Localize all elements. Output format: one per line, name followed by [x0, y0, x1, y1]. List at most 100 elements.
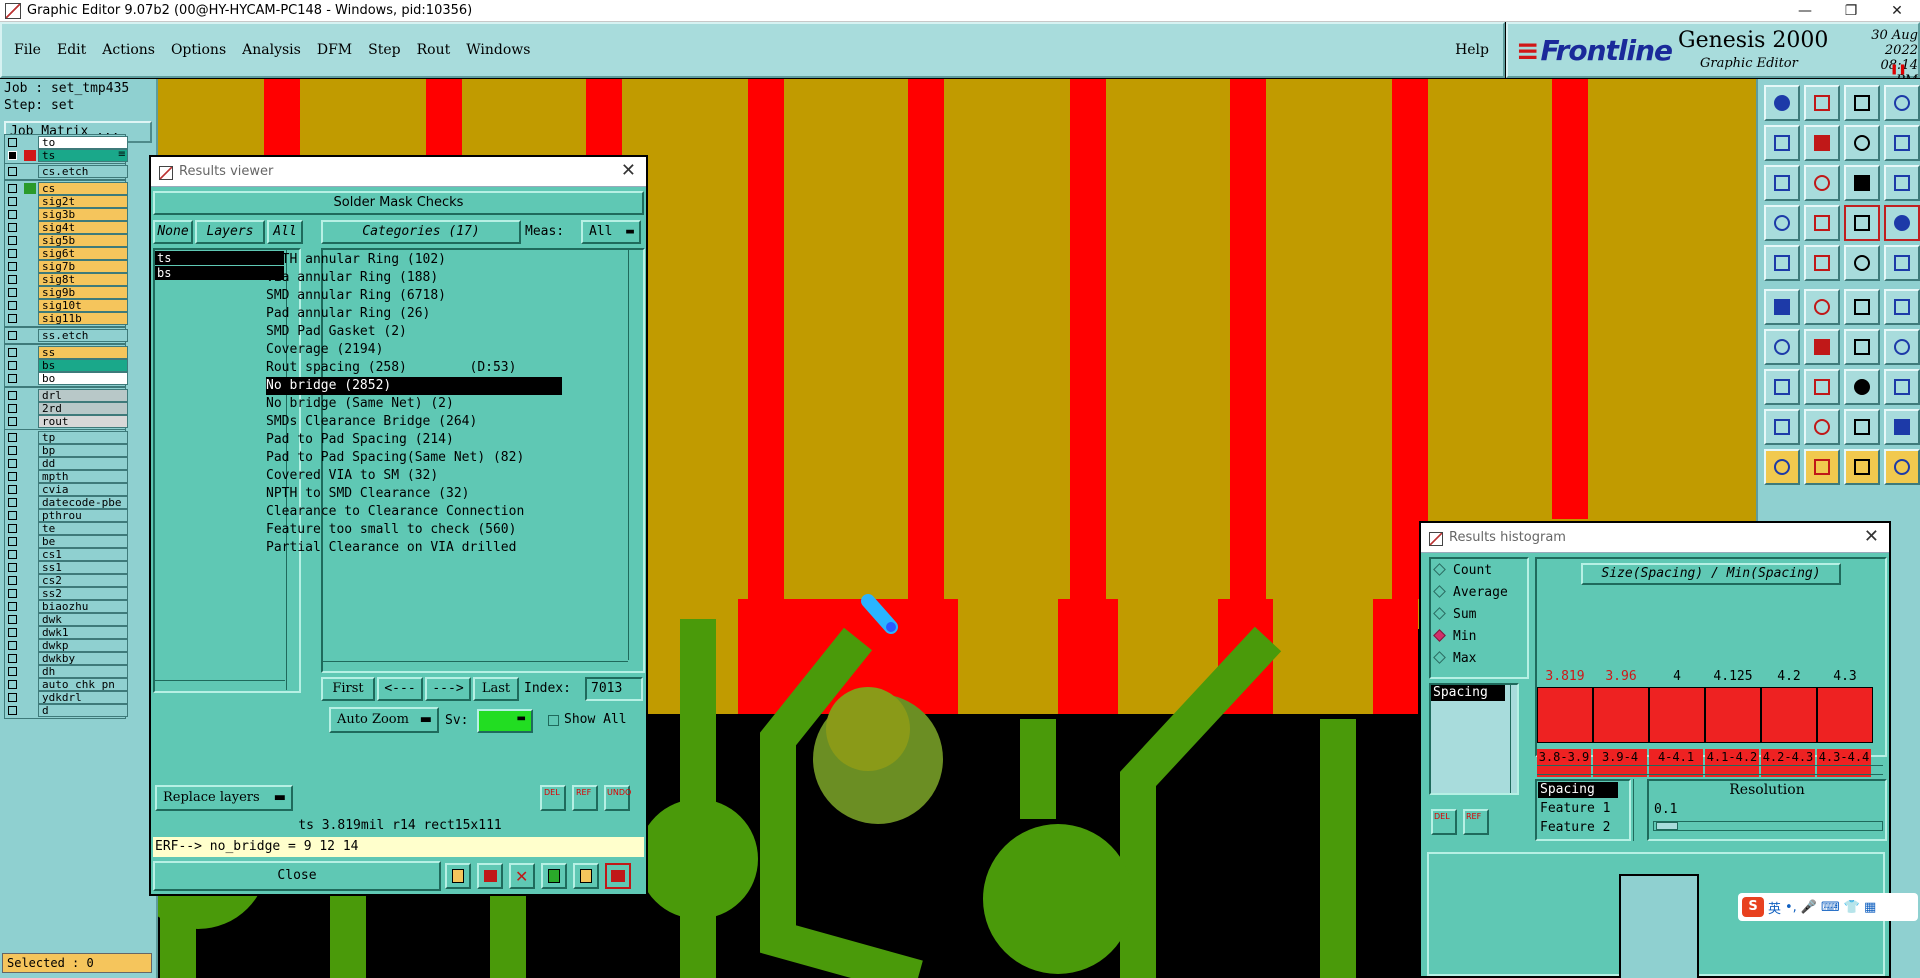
- cross-icon[interactable]: ✕: [509, 863, 535, 889]
- layer-checkbox[interactable]: [8, 524, 17, 533]
- layer-checkbox[interactable]: [8, 433, 17, 442]
- bracket-button[interactable]: [1884, 369, 1920, 405]
- layer-name[interactable]: sig3b: [38, 208, 128, 221]
- layer-name[interactable]: drl: [38, 389, 128, 402]
- pan-button[interactable]: [1844, 125, 1880, 161]
- field-list-item[interactable]: Feature 1: [1538, 801, 1610, 817]
- category-item[interactable]: Rout spacing (258) (D:53): [266, 359, 516, 377]
- layer-checkbox[interactable]: [8, 314, 17, 323]
- layer-row-sig10t[interactable]: sig10t: [6, 299, 128, 312]
- category-item[interactable]: Coverage (2194): [266, 341, 383, 359]
- layer-name[interactable]: 2rd: [38, 402, 128, 415]
- connect-button[interactable]: [1844, 289, 1880, 325]
- layer-checkbox[interactable]: [8, 391, 17, 400]
- layer-name[interactable]: te: [38, 522, 128, 535]
- layer-row-sig3b[interactable]: sig3b: [6, 208, 128, 221]
- layers-button[interactable]: Layers: [195, 220, 265, 244]
- layer-row-sig6t[interactable]: sig6t: [6, 247, 128, 260]
- layer-row-dh[interactable]: dh: [6, 665, 128, 678]
- layer-name[interactable]: rout: [38, 415, 128, 428]
- layer-name[interactable]: tp: [38, 431, 128, 444]
- rotate-button[interactable]: [1844, 329, 1880, 365]
- layer-checkbox[interactable]: [8, 602, 17, 611]
- category-item[interactable]: No bridge (Same Net) (2): [266, 395, 454, 413]
- del-button[interactable]: DEL: [540, 785, 566, 811]
- sv-color-dropdown[interactable]: ▬: [477, 709, 533, 733]
- menu-options[interactable]: Options: [171, 42, 226, 58]
- histogram-bar[interactable]: [1649, 687, 1705, 743]
- result-layer-item[interactable]: bs: [155, 266, 284, 280]
- layer-row-cvia[interactable]: cvia: [6, 483, 128, 496]
- histogram-bar[interactable]: [1537, 687, 1593, 743]
- layer-name[interactable]: cvia: [38, 483, 128, 496]
- layer-row-2rd[interactable]: 2rd: [6, 402, 128, 415]
- layer-checkbox[interactable]: [8, 615, 17, 624]
- layer-row-ss.etch[interactable]: ss.etch: [6, 329, 128, 342]
- triangle-button[interactable]: [1764, 409, 1800, 445]
- category-item[interactable]: SMDs Clearance Bridge (264): [266, 413, 477, 431]
- layer-checkbox[interactable]: [8, 262, 17, 271]
- layer-name[interactable]: d: [38, 704, 128, 717]
- close-icon[interactable]: ✕: [1864, 526, 1879, 547]
- ruler-button[interactable]: [1844, 245, 1880, 281]
- layer-checkbox[interactable]: [8, 498, 17, 507]
- layer-row-rout[interactable]: rout: [6, 415, 128, 428]
- menu-analysis[interactable]: Analysis: [242, 42, 301, 58]
- scale-1to2-button[interactable]: [1844, 165, 1880, 201]
- category-hscroll[interactable]: [323, 661, 628, 671]
- snap-button[interactable]: [1884, 205, 1920, 241]
- prev-button[interactable]: <---: [377, 677, 423, 701]
- layer-row-to[interactable]: to: [6, 136, 128, 149]
- field-list-item[interactable]: Feature 2: [1538, 820, 1610, 836]
- zoom-out-button[interactable]: [1804, 125, 1840, 161]
- home-button[interactable]: [1844, 85, 1880, 121]
- layer-color-swatch[interactable]: [24, 183, 36, 194]
- layer-name[interactable]: sig6t: [38, 247, 128, 260]
- arc-button[interactable]: [1844, 409, 1880, 445]
- restore-button[interactable]: ❐: [1828, 0, 1874, 22]
- layer-row-drl[interactable]: drl: [6, 389, 128, 402]
- grid-button[interactable]: [1804, 205, 1840, 241]
- notes-icon[interactable]: [573, 863, 599, 889]
- polygon-button[interactable]: [1804, 409, 1840, 445]
- net-button[interactable]: [1764, 289, 1800, 325]
- layer-name[interactable]: pthrou: [38, 509, 128, 522]
- layer-checkbox[interactable]: [8, 654, 17, 663]
- layer-name[interactable]: bo: [38, 372, 128, 385]
- layer-row-cs.etch[interactable]: cs.etch: [6, 165, 128, 178]
- layer-name[interactable]: sig2t: [38, 195, 128, 208]
- layer-checkbox[interactable]: [8, 472, 17, 481]
- layer-checkbox[interactable]: [8, 331, 17, 340]
- layer-checkbox[interactable]: [8, 374, 17, 383]
- layer-row-bo[interactable]: bo: [6, 372, 128, 385]
- menu-rout[interactable]: Rout: [417, 42, 451, 58]
- layer-row-be[interactable]: be: [6, 535, 128, 548]
- layer-name[interactable]: sig7b: [38, 260, 128, 273]
- layer-checkbox[interactable]: [8, 301, 17, 310]
- layer-checkbox[interactable]: [8, 138, 17, 147]
- layer-row-dwk1[interactable]: dwk1: [6, 626, 128, 639]
- split-button[interactable]: [1884, 125, 1920, 161]
- delete-net-button[interactable]: [1804, 289, 1840, 325]
- del-button[interactable]: DEL: [1431, 809, 1457, 835]
- layer-row-dwk[interactable]: dwk: [6, 613, 128, 626]
- layer-row-mpth[interactable]: mpth: [6, 470, 128, 483]
- layer-checkbox[interactable]: [8, 151, 17, 160]
- align-button[interactable]: [1844, 369, 1880, 405]
- none-layers-button[interactable]: None: [153, 220, 193, 244]
- category-scrollbar[interactable]: [628, 250, 640, 660]
- link-button[interactable]: [1884, 289, 1920, 325]
- layer-checkbox[interactable]: [8, 589, 17, 598]
- result-layer-item[interactable]: ts: [155, 251, 284, 265]
- add-feature-button[interactable]: [1764, 369, 1800, 405]
- layer-name[interactable]: cs: [38, 182, 128, 195]
- category-item[interactable]: Via annular Ring (188): [266, 269, 438, 287]
- layer-row-ss[interactable]: ss: [6, 346, 128, 359]
- camera-button[interactable]: [1764, 245, 1800, 281]
- layer-row-sig9b[interactable]: sig9b: [6, 286, 128, 299]
- layer-checkbox[interactable]: [8, 417, 17, 426]
- flip-button[interactable]: [1884, 329, 1920, 365]
- layer-row-dwkp[interactable]: dwkp: [6, 639, 128, 652]
- layer-checkbox[interactable]: [8, 223, 17, 232]
- close-button[interactable]: Close: [153, 861, 441, 891]
